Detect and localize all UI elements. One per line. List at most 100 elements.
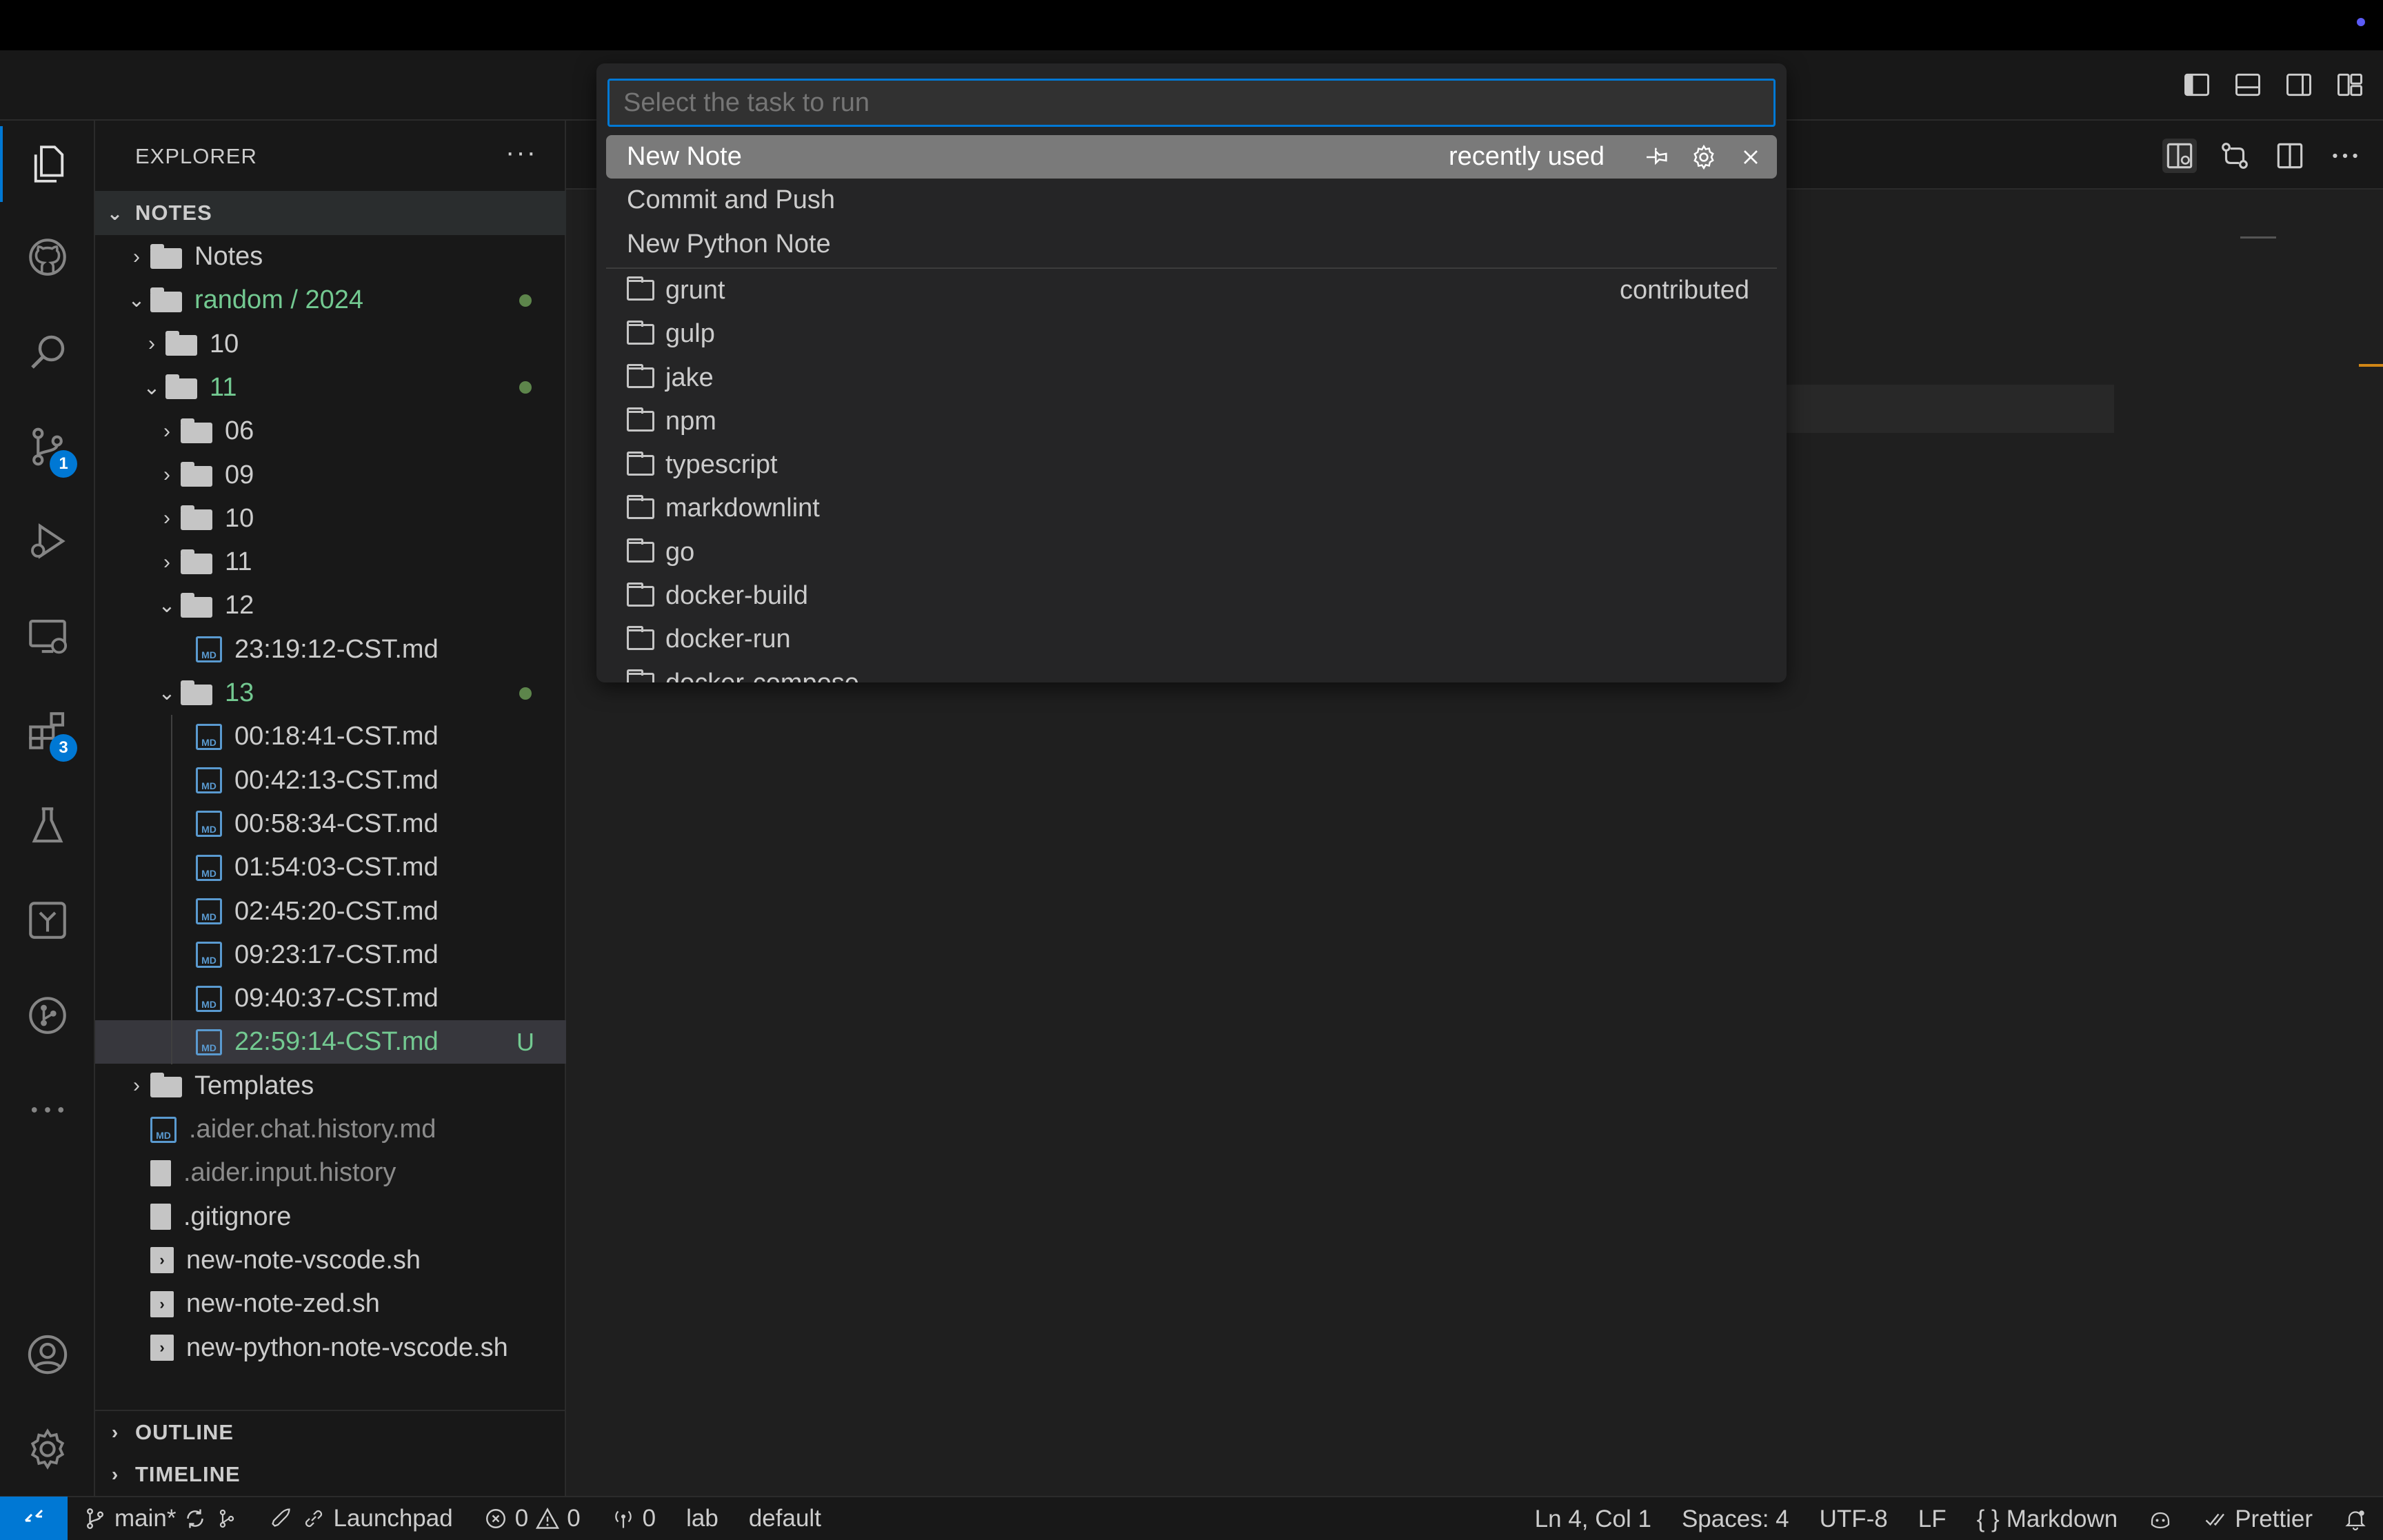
notifications-item[interactable] (2328, 1497, 2383, 1540)
tree-file[interactable]: MD 01:54:03-CST.md (95, 846, 566, 889)
system-menu-bar (0, 0, 2383, 50)
task-item[interactable]: Commit and Push (606, 179, 1777, 222)
extensions-icon[interactable]: 3 (0, 693, 95, 769)
folder-icon (150, 243, 182, 269)
markdown-file-icon: MD (196, 811, 222, 838)
more-icon[interactable] (0, 1072, 95, 1148)
tree-file[interactable]: MD .aider.chat.history.md (95, 1108, 566, 1151)
task-item[interactable]: grunt contributed (606, 269, 1777, 312)
github-icon[interactable] (0, 219, 95, 295)
encoding[interactable]: UTF-8 (1804, 1497, 1903, 1540)
minimap[interactable] (2240, 236, 2276, 239)
tree-file[interactable]: MD 22:59:14-CST.md U (95, 1020, 566, 1064)
tree-folder[interactable]: ⌄ 11 (95, 366, 566, 409)
task-item[interactable]: go (606, 531, 1777, 574)
language-mode[interactable]: { } Markdown (1962, 1497, 2133, 1540)
account-icon[interactable] (0, 1317, 95, 1392)
git-graph-status-icon[interactable] (214, 1506, 239, 1531)
toggle-primary-sidebar-icon[interactable] (2182, 70, 2212, 100)
lab-item[interactable]: lab (671, 1497, 734, 1540)
markdown-file-icon: MD (196, 942, 222, 969)
terraform-icon[interactable] (0, 882, 95, 958)
remote-indicator[interactable] (0, 1497, 68, 1540)
ports-indicator[interactable]: 0 (596, 1497, 671, 1540)
tree-folder[interactable]: › 11 (95, 540, 566, 584)
gear-icon[interactable] (1687, 141, 1720, 174)
task-item-label: markdownlint (665, 494, 820, 523)
sync-icon[interactable] (183, 1506, 208, 1531)
tree-item-label: new-note-vscode.sh (186, 1245, 421, 1275)
testing-icon[interactable] (0, 788, 95, 864)
tree-file[interactable]: MD 09:40:37-CST.md (95, 977, 566, 1020)
tree-folder[interactable]: › Templates (95, 1064, 566, 1108)
customize-layout-icon[interactable] (2335, 70, 2365, 100)
tree-folder[interactable]: › Notes (95, 235, 566, 278)
editor-more-actions-icon[interactable] (2328, 139, 2362, 173)
notes-section-label: NOTES (135, 201, 212, 225)
tree-folder[interactable]: › 09 (95, 454, 566, 497)
tree-file[interactable]: MD 00:58:34-CST.md (95, 802, 566, 846)
tree-folder[interactable]: › 06 (95, 409, 566, 453)
tree-folder[interactable]: ⌄ 12 (95, 584, 566, 627)
notes-section-header[interactable]: ⌄ NOTES (95, 191, 566, 235)
tree-file[interactable]: MD 00:18:41-CST.md (95, 715, 566, 758)
tree-file[interactable]: MD 09:23:17-CST.md (95, 933, 566, 977)
scrollbar-change-marker (2359, 364, 2383, 367)
task-item[interactable]: docker-compose (606, 662, 1777, 682)
task-search-input[interactable] (607, 79, 1776, 127)
close-icon[interactable] (1734, 141, 1767, 174)
branch-indicator[interactable]: main* (68, 1497, 254, 1540)
tree-file[interactable]: › new-note-zed.sh (95, 1282, 566, 1326)
toggle-secondary-sidebar-icon[interactable] (2284, 70, 2314, 100)
tree-folder[interactable]: ⌄ 13 (95, 671, 566, 715)
outline-section-header[interactable]: › OUTLINE (95, 1410, 566, 1454)
tree-file[interactable]: .gitignore (95, 1195, 566, 1239)
settings-gear-icon[interactable] (0, 1411, 95, 1487)
pin-icon[interactable] (1640, 141, 1673, 174)
run-debug-icon[interactable] (0, 503, 95, 579)
task-item[interactable]: docker-build (606, 574, 1777, 618)
task-item[interactable]: docker-run (606, 618, 1777, 661)
prettier-item[interactable]: Prettier (2188, 1497, 2328, 1540)
tree-folder[interactable]: ⌄ random / 2024 (95, 278, 566, 322)
task-item[interactable]: markdownlint (606, 487, 1777, 530)
task-item-label: docker-run (665, 625, 791, 654)
folder-icon (181, 680, 212, 705)
problems-indicator[interactable]: 0 0 (468, 1497, 596, 1540)
copilot-item[interactable] (2133, 1497, 2188, 1540)
task-item[interactable]: gulp (606, 312, 1777, 356)
task-item[interactable]: typescript (606, 443, 1777, 487)
tree-item-label: 09:40:37-CST.md (234, 984, 439, 1013)
cursor-position[interactable]: Ln 4, Col 1 (1520, 1497, 1667, 1540)
indentation[interactable]: Spaces: 4 (1667, 1497, 1804, 1540)
tree-file[interactable]: .aider.input.history (95, 1151, 566, 1195)
profile-item[interactable]: default (734, 1497, 836, 1540)
folder-outline-icon (627, 494, 654, 519)
tree-file[interactable]: › new-python-note-vscode.sh (95, 1326, 566, 1370)
launchpad-item[interactable]: Launchpad (254, 1497, 467, 1540)
task-item[interactable]: npm (606, 400, 1777, 443)
explorer-icon[interactable] (0, 126, 95, 202)
open-changes-icon[interactable] (2218, 139, 2252, 173)
git-graph-icon[interactable] (0, 977, 95, 1053)
tree-file[interactable]: MD 02:45:20-CST.md (95, 890, 566, 933)
tree-folder[interactable]: › 10 (95, 497, 566, 540)
end-of-line[interactable]: LF (1903, 1497, 1962, 1540)
tree-item-label: .aider.chat.history.md (189, 1115, 436, 1144)
file-icon (150, 1204, 171, 1230)
tree-file[interactable]: MD 00:42:13-CST.md (95, 759, 566, 802)
task-item[interactable]: New Note recently used (606, 135, 1777, 179)
task-item[interactable]: New Python Note (606, 223, 1777, 266)
task-item[interactable]: jake (606, 356, 1777, 400)
split-editor-icon[interactable] (2273, 139, 2307, 173)
search-icon[interactable] (0, 314, 95, 390)
source-control-icon[interactable]: 1 (0, 409, 95, 485)
tree-file[interactable]: MD 23:19:12-CST.md (95, 628, 566, 671)
tree-folder[interactable]: › 10 (95, 323, 566, 366)
timeline-section-header[interactable]: › TIMELINE (95, 1452, 566, 1497)
remote-explorer-icon[interactable] (0, 598, 95, 674)
explorer-more-actions-icon[interactable]: ··· (505, 137, 537, 168)
tree-file[interactable]: › new-note-vscode.sh (95, 1239, 566, 1282)
toggle-panel-icon[interactable] (2233, 70, 2263, 100)
open-preview-to-side-icon[interactable] (2162, 139, 2197, 173)
